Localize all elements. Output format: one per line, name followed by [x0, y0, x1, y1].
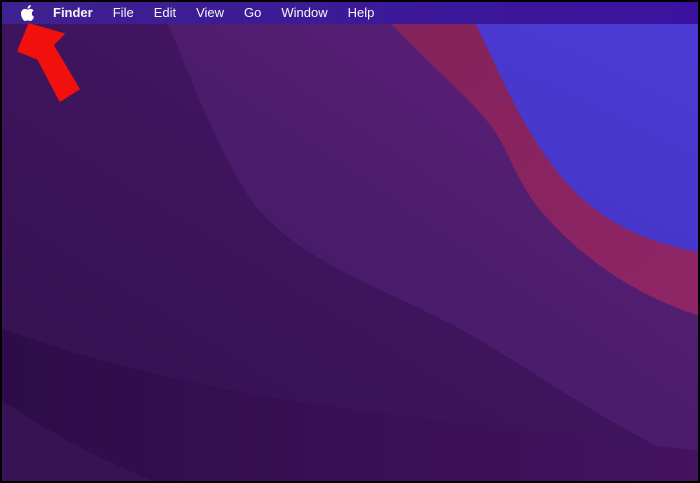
menu-item-edit[interactable]: Edit: [144, 2, 186, 24]
desktop-wallpaper: [2, 2, 698, 481]
menu-item-file[interactable]: File: [103, 2, 144, 24]
menu-item-go[interactable]: Go: [234, 2, 271, 24]
macos-desktop: Finder File Edit View Go Window Help: [0, 0, 700, 483]
menu-bar: Finder File Edit View Go Window Help: [2, 2, 698, 24]
menu-item-finder[interactable]: Finder: [43, 2, 103, 24]
menu-item-window[interactable]: Window: [271, 2, 337, 24]
menu-item-help[interactable]: Help: [338, 2, 385, 24]
apple-menu[interactable]: [21, 2, 34, 24]
apple-logo-icon: [21, 5, 34, 21]
menu-item-view[interactable]: View: [186, 2, 234, 24]
